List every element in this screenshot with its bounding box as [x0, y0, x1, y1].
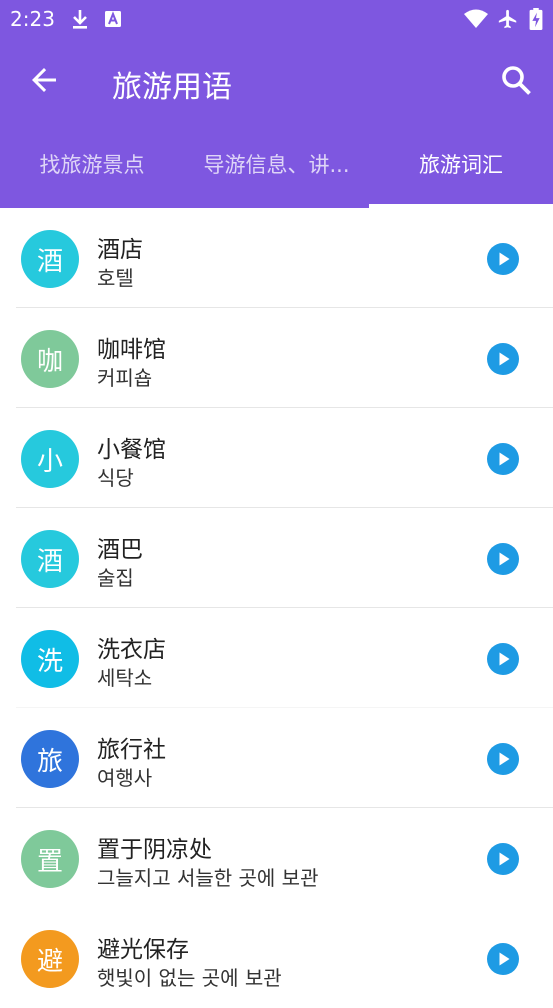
- item-subtitle: 햇빛이 없는 곳에 보관: [97, 966, 282, 990]
- list-item[interactable]: 酒 酒巴 술집: [0, 508, 553, 608]
- search-button[interactable]: [498, 62, 534, 98]
- back-button[interactable]: [26, 62, 62, 98]
- item-subtitle: 커피숍: [97, 366, 153, 390]
- font-notification-icon: [105, 11, 121, 27]
- play-icon[interactable]: [487, 643, 519, 675]
- tab-guide-info[interactable]: 导游信息、讲...: [184, 136, 369, 200]
- letter-avatar: 酒: [21, 530, 79, 588]
- play-icon[interactable]: [487, 943, 519, 975]
- letter-avatar: 避: [21, 930, 79, 988]
- item-title: 洗衣店: [97, 637, 166, 663]
- item-title: 旅行社: [97, 737, 166, 763]
- item-title: 置于阴凉处: [97, 837, 212, 863]
- play-icon[interactable]: [487, 343, 519, 375]
- play-icon[interactable]: [487, 543, 519, 575]
- tab-travel-vocabulary[interactable]: 旅游词汇: [369, 136, 553, 200]
- download-icon: [73, 10, 87, 29]
- list-item[interactable]: 酒 酒店 호텔: [0, 208, 553, 308]
- list-item[interactable]: 置 置于阴凉处 그늘지고 서늘한 곳에 보관: [0, 808, 553, 908]
- play-icon[interactable]: [487, 243, 519, 275]
- wifi-icon: [464, 9, 488, 28]
- letter-avatar: 小: [21, 430, 79, 488]
- list-item[interactable]: 小 小餐馆 식당: [0, 408, 553, 508]
- list-item[interactable]: 旅 旅行社 여행사: [0, 708, 553, 808]
- item-title: 咖啡馆: [97, 337, 166, 363]
- letter-avatar: 旅: [21, 730, 79, 788]
- list-item[interactable]: 咖 咖啡馆 커피숍: [0, 308, 553, 408]
- tab-find-attractions[interactable]: 找旅游景点: [0, 136, 184, 200]
- item-subtitle: 술집: [97, 566, 134, 590]
- app-header: 2:23 旅游用语 找旅游景点 导游信息、讲... 旅游词汇: [0, 0, 553, 208]
- page-title: 旅游用语: [112, 70, 232, 105]
- vocabulary-list: 酒 酒店 호텔 咖 咖啡馆 커피숍 小 小餐馆 식당 酒 酒巴 술집 洗 洗衣店…: [0, 208, 553, 1008]
- item-subtitle: 호텔: [97, 266, 134, 290]
- play-icon[interactable]: [487, 443, 519, 475]
- item-title: 酒店: [97, 237, 143, 263]
- list-item[interactable]: 避 避光保存 햇빛이 없는 곳에 보관: [0, 908, 553, 1008]
- status-bar: 2:23: [0, 0, 553, 38]
- tab-bar: 找旅游景点 导游信息、讲... 旅游词汇: [0, 136, 553, 208]
- item-title: 小餐馆: [97, 437, 166, 463]
- play-icon[interactable]: [487, 743, 519, 775]
- item-subtitle: 세탁소: [97, 666, 153, 690]
- airplane-mode-icon: [498, 9, 517, 29]
- item-subtitle: 그늘지고 서늘한 곳에 보관: [97, 866, 319, 890]
- item-title: 酒巴: [97, 537, 143, 563]
- battery-charging-icon: [529, 8, 543, 30]
- letter-avatar: 咖: [21, 330, 79, 388]
- status-time: 2:23: [10, 7, 55, 31]
- letter-avatar: 酒: [21, 230, 79, 288]
- item-title: 避光保存: [97, 937, 189, 963]
- play-icon[interactable]: [487, 843, 519, 875]
- item-subtitle: 여행사: [97, 766, 153, 790]
- item-subtitle: 식당: [97, 466, 134, 490]
- letter-avatar: 洗: [21, 630, 79, 688]
- list-item[interactable]: 洗 洗衣店 세탁소: [0, 608, 553, 708]
- letter-avatar: 置: [21, 830, 79, 888]
